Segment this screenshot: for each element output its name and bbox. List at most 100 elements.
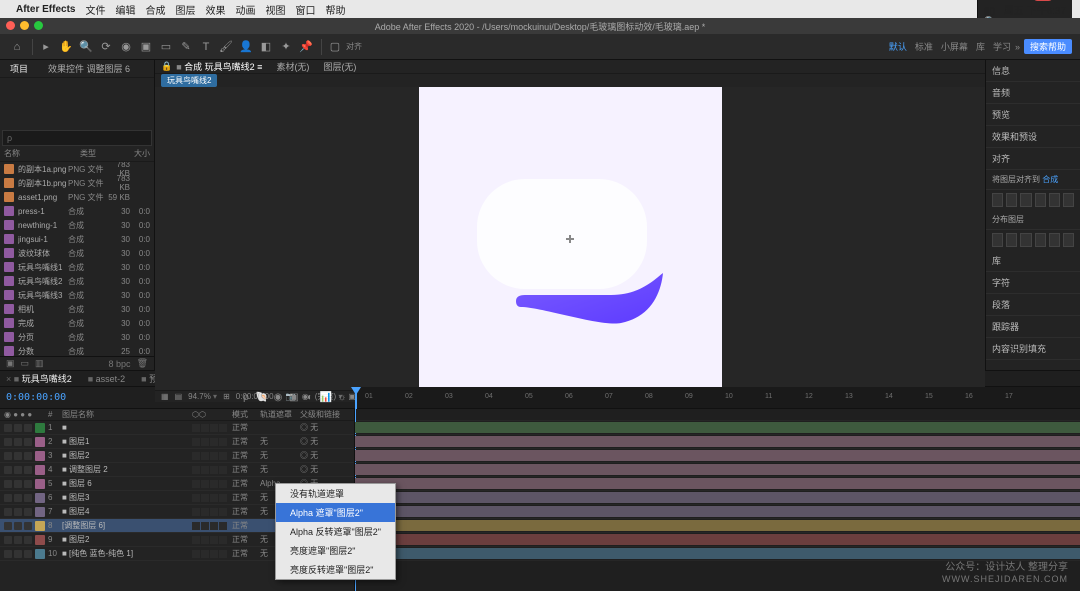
canvas[interactable] [419,87,722,390]
asset-row[interactable]: newthing-1合成300:0 [0,218,154,232]
rect-tool-icon[interactable]: ▭ [157,38,175,56]
track-row[interactable] [355,435,1080,449]
align-left-icon[interactable] [992,193,1003,207]
brainstorm-icon[interactable]: ☼ [335,391,349,405]
battery-icon[interactable]: ▮▯ [984,6,995,17]
eraser-tool-icon[interactable]: ◧ [257,38,275,56]
orbit-tool-icon[interactable]: ⟳ [97,38,115,56]
minimize-icon[interactable] [20,21,29,30]
track-row[interactable] [355,533,1080,547]
asset-row[interactable]: 玩具鸟嘴线2合成300:0 [0,274,154,288]
col-matte[interactable]: 轨道遮罩 [260,409,300,420]
trash-icon[interactable]: 🗑 [137,358,148,369]
roto-tool-icon[interactable]: ✦ [277,38,295,56]
asset-row[interactable]: 玩具鸟嘴线3合成300:0 [0,288,154,302]
layer-row[interactable]: 1■正常◎ 无 [0,421,354,435]
search-comp-icon[interactable]: ρ [239,391,253,405]
align-right-icon[interactable] [1020,193,1031,207]
dist-icon[interactable] [1006,233,1017,247]
align-bottom-icon[interactable] [1063,193,1074,207]
viewer-tab-footage[interactable]: 素材(无) [276,60,309,73]
col-layername[interactable]: 图层名称 [62,409,192,420]
shy-icon[interactable]: 🐚 [255,391,269,405]
hand-tool-icon[interactable]: ✋ [57,38,75,56]
asset-row[interactable]: asset1.pngPNG 文件59 KB [0,190,154,204]
asset-row[interactable]: 分页合成300:0 [0,330,154,344]
panel-info[interactable]: 信息 [986,60,1080,82]
track-row[interactable] [355,421,1080,435]
menu-help[interactable]: 帮助 [325,2,345,17]
menu-view[interactable]: 视图 [265,2,285,17]
frameblend-icon[interactable]: ▣ [287,391,301,405]
align-top-icon[interactable] [1035,193,1046,207]
playhead-icon[interactable] [355,387,357,409]
motionblur-icon[interactable]: ◐ [303,391,317,405]
viewport[interactable] [155,87,985,390]
snap-label[interactable]: 对齐 [346,41,362,52]
asset-row[interactable]: 的副本1a.pngPNG 文件783 KB [0,162,154,176]
timecode[interactable]: 0:00:00:00 [6,392,66,403]
window-controls[interactable] [6,21,43,30]
dist-icon[interactable] [992,233,1003,247]
panel-char[interactable]: 字符 [986,272,1080,294]
brush-tool-icon[interactable]: 🖌 [217,38,235,56]
snap-icon[interactable]: ▢ [326,38,344,56]
puppet-tool-icon[interactable]: 📌 [297,38,315,56]
viewer-lock-icon[interactable]: 🔒 [161,61,172,72]
workspace-standard[interactable]: 标准 [915,40,933,53]
asset-row[interactable]: jingsui-1合成300:0 [0,232,154,246]
layer-row[interactable]: 2■ 图层1正常无◎ 无 [0,435,354,449]
draft3d-icon[interactable]: ◉ [271,391,285,405]
col-type[interactable]: 类型 [80,148,120,161]
panel-lib[interactable]: 库 [986,250,1080,272]
menu-effect[interactable]: 效果 [205,2,225,17]
panel-audio[interactable]: 音频 [986,82,1080,104]
menu-edit[interactable]: 编辑 [115,2,135,17]
track-row[interactable] [355,463,1080,477]
layer-row[interactable]: 4■ 调整图层 2正常无◎ 无 [0,463,354,477]
align-hcenter-icon[interactable] [1006,193,1017,207]
layer-row[interactable]: 3■ 图层2正常无◎ 无 [0,449,354,463]
workspace-learn[interactable]: 学习 [993,40,1011,53]
project-search-input[interactable]: ρ [2,130,152,146]
new-folder-icon[interactable]: ▭ [21,358,30,369]
wifi-icon[interactable]: ⧉ [1018,0,1025,2]
dist-icon[interactable] [1020,233,1031,247]
app-name[interactable]: After Effects [16,4,75,15]
dist-icon[interactable] [1035,233,1046,247]
col-parent[interactable]: 父级和链接 [300,409,350,420]
asset-row[interactable]: 波纹球体合成300:0 [0,246,154,260]
bpc-label[interactable]: 8 bpc [109,359,131,369]
badge-icon[interactable]: 99+ [1033,0,1053,1]
track-matte-menu[interactable]: 没有轨道遮罩Alpha 遮罩"图层2"Alpha 反转遮罩"图层2"亮度遮罩"图… [275,483,396,580]
interpret-icon[interactable]: ▣ [6,358,15,369]
matte-menu-item[interactable]: 亮度遮罩"图层2" [276,541,395,560]
menu-comp[interactable]: 合成 [145,2,165,17]
dist-icon[interactable] [1063,233,1074,247]
matte-menu-item[interactable]: 亮度反转遮罩"图层2" [276,560,395,579]
asset-row[interactable]: 玩具鸟嘴线1合成300:0 [0,260,154,274]
menu-window[interactable]: 窗口 [295,2,315,17]
asset-row[interactable]: 相机合成300:0 [0,302,154,316]
panel-caf[interactable]: 内容识别填充 [986,338,1080,360]
rotate-tool-icon[interactable]: ◉ [117,38,135,56]
workspace-lib[interactable]: 库 [976,40,985,53]
effect-controls-tab[interactable]: 效果控件 调整图层 6 [44,60,134,77]
col-size[interactable]: 大小 [120,148,150,161]
clock[interactable]: 周五 下午6:37 [1004,6,1066,17]
dist-icon[interactable] [1049,233,1060,247]
track-row[interactable] [355,519,1080,533]
stamp-tool-icon[interactable]: 👤 [237,38,255,56]
home-icon[interactable]: ⌂ [8,38,26,56]
timeline-tab[interactable]: ■ asset-2 [88,374,125,384]
graph-icon[interactable]: 📊 [319,391,333,405]
track-row[interactable] [355,505,1080,519]
menu-anim[interactable]: 动画 [235,2,255,17]
search-help-button[interactable]: 搜索帮助 [1024,39,1072,54]
align-to-dropdown[interactable]: 合成 [1042,175,1058,184]
maximize-icon[interactable] [34,21,43,30]
comp-breadcrumb[interactable]: 玩具鸟嘴线2 [161,74,217,87]
matte-menu-item[interactable]: Alpha 遮罩"图层2" [276,503,395,522]
align-vcenter-icon[interactable] [1049,193,1060,207]
anchor-tool-icon[interactable]: ▣ [137,38,155,56]
